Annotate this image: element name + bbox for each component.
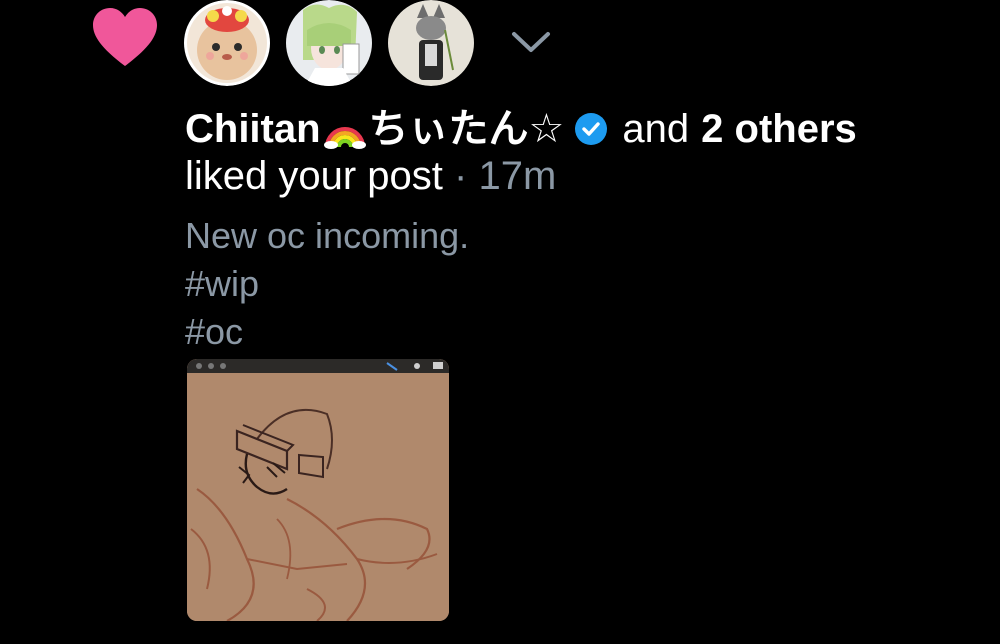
post-text[interactable]: New oc incoming. #wip #oc [185, 212, 985, 356]
notification-text: Chiitan ちぃたん☆ and 2 others liked your po… [185, 104, 985, 356]
chevron-down-icon[interactable] [508, 24, 554, 60]
timestamp: 17m [478, 154, 557, 198]
avatar[interactable] [183, 0, 271, 86]
verified-badge-icon [575, 113, 608, 145]
action-text: liked your post [185, 154, 443, 198]
avatar[interactable] [285, 0, 373, 86]
post-hashtag[interactable]: #oc [185, 308, 985, 356]
avatar[interactable] [387, 0, 475, 86]
notification-card[interactable]: Chiitan ちぃたん☆ and 2 others liked your po… [0, 0, 1000, 644]
post-hashtag[interactable]: #wip [185, 260, 985, 308]
heart-icon [93, 8, 157, 66]
notification-action: liked your post · 17m [185, 154, 985, 198]
others-count[interactable]: 2 others [701, 104, 857, 154]
post-media-thumbnail[interactable] [187, 359, 449, 621]
user-name[interactable]: Chiitan [185, 104, 321, 154]
separator-dot: · [454, 154, 479, 198]
post-line: New oc incoming. [185, 215, 470, 256]
notification-headline: Chiitan ちぃたん☆ and 2 others [185, 104, 985, 154]
rainbow-emoji-icon [323, 127, 366, 149]
and-text: and [622, 107, 690, 151]
user-name-suffix[interactable]: ちぃたん☆ [369, 104, 565, 154]
liker-avatars [183, 0, 475, 86]
